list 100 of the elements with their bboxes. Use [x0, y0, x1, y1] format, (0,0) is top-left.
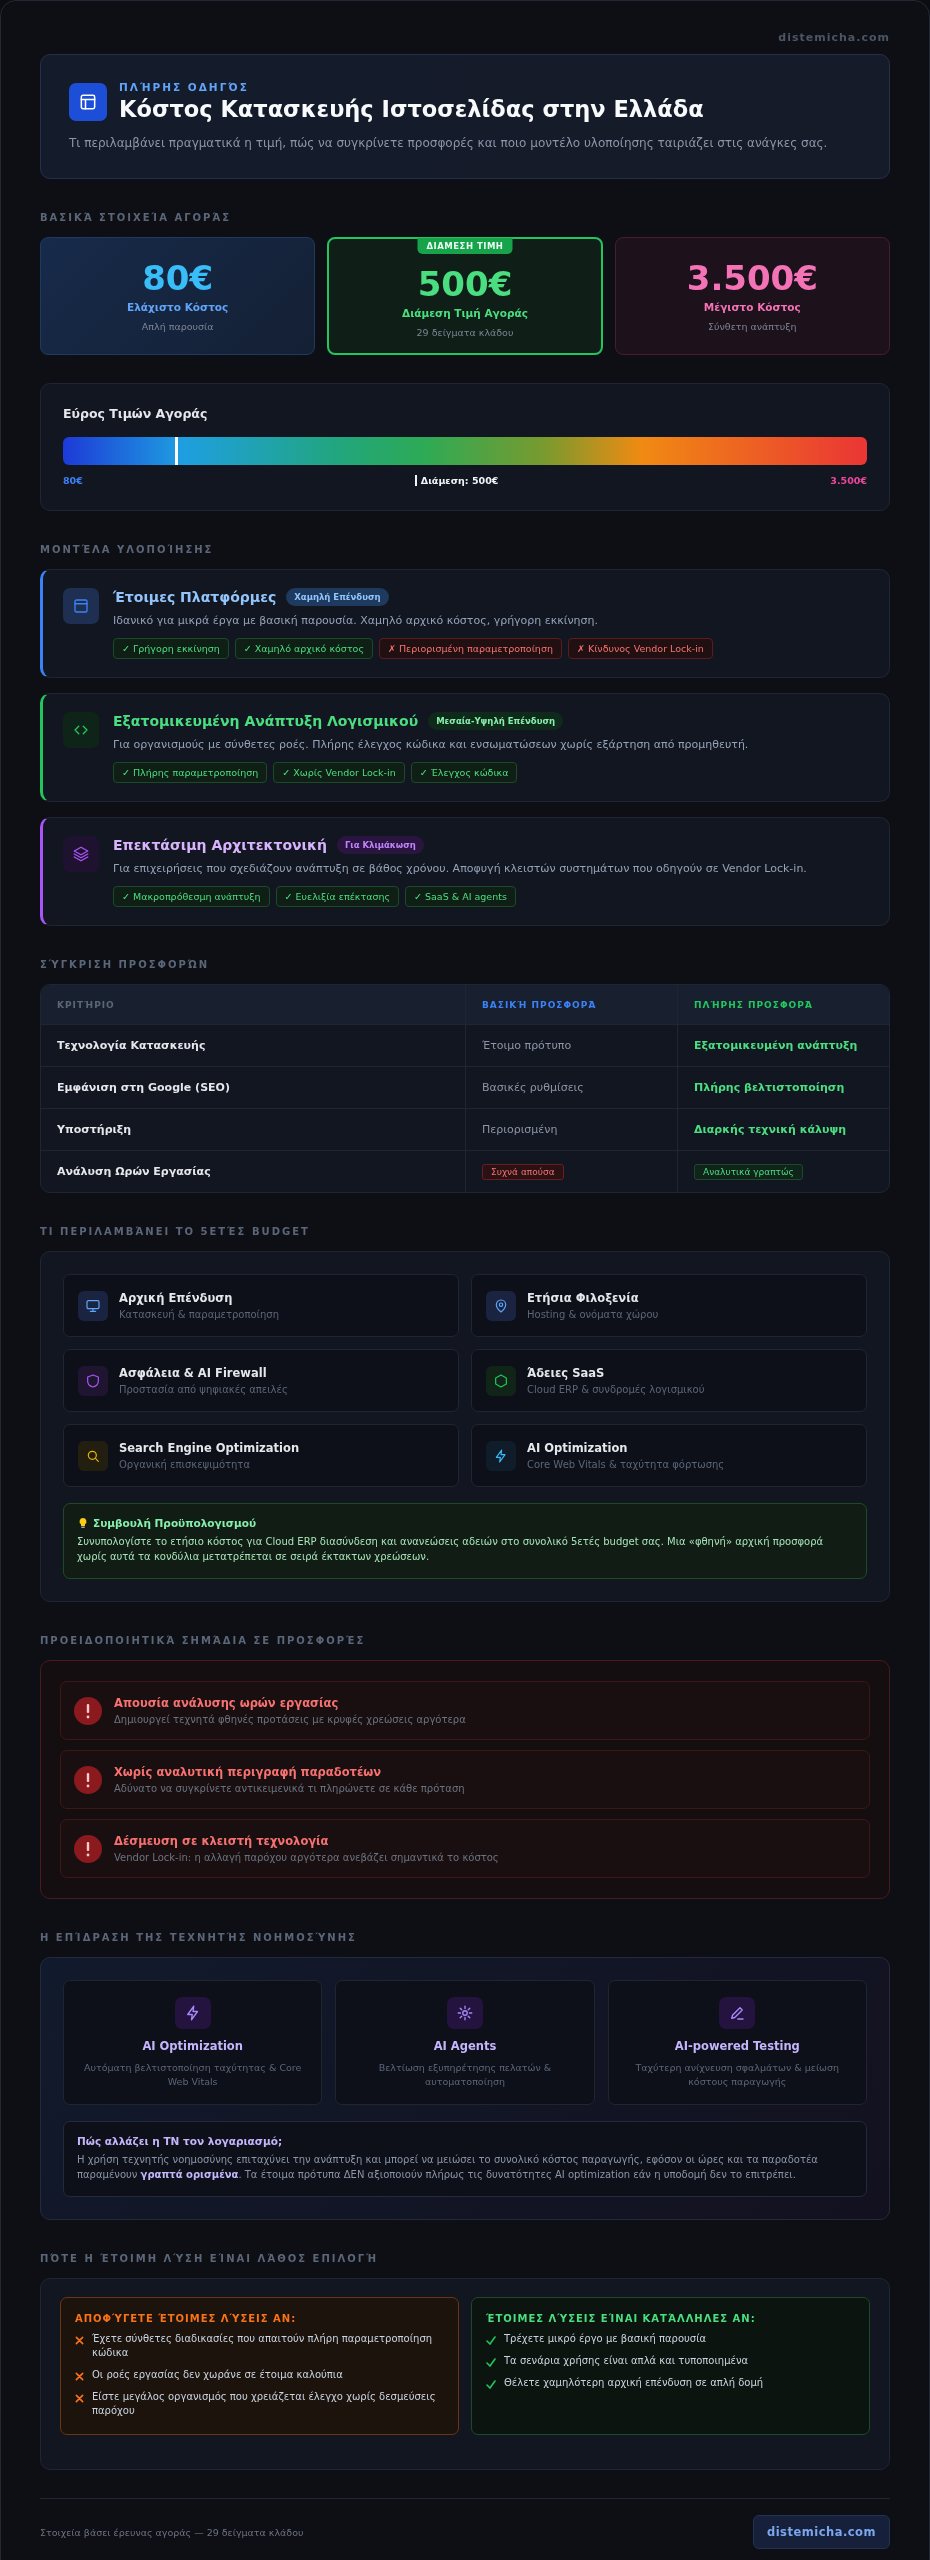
warning-title: Απουσία ανάλυσης ωρών εργασίας: [114, 1696, 340, 1710]
table-cell: Εξατομικευμένη ανάπτυξη: [694, 1039, 858, 1052]
section-heading: ΠΌΤΕ Η ΈΤΟΙΜΗ ΛΎΣΗ ΕΊΝΑΙ ΛΆΘΟΣ ΕΠΙΛΟΓΉ: [40, 2253, 380, 2264]
cross-icon: [75, 2336, 84, 2345]
budget-item-title: Ασφάλεια & AI Firewall: [119, 1366, 268, 1380]
model-title: Έτοιμες Πλατφόρμες: [113, 589, 277, 605]
feature-tag: ✗ Κίνδυνος Vendor Lock-in: [567, 638, 713, 659]
note-text: Η χρήση τεχνητής νοημοσύνης επιταχύνει την ανάπτυξη και μπορεί να μειώσει το συνολικό κόστος παραγωγής, εφόσον οι ώρες και τα παραδοτέα παραμένουν γραπτά ορισμένα. Τα έτοιμα πρότυπα ΔΕΝ αξιοποιούν πλήρως τις δυνατότητες AI optimization εάν η υποδομή δεν το επιτρέπει.: [77, 2153, 819, 2182]
stat-label: Διάμεση Τιμή Αγοράς: [402, 307, 528, 320]
section-heading: ΣΎΓΚΡΙΣΗ ΠΡΟΣΦΟΡΏΝ: [40, 959, 211, 970]
section-heading: ΒΑΣΙΚΆ ΣΤΟΙΧΕΊΑ ΑΓΟΡΆΣ: [40, 212, 233, 223]
range-title: Εύρος Τιμών Αγοράς: [63, 406, 209, 421]
note-title: Πώς αλλάζει η ΤΝ τον λογαριασμό;: [77, 2135, 284, 2147]
feature-tag: ✓ SaaS & AI agents: [405, 886, 516, 907]
feature-tag: ✓ Μακροπρόθεσμη ανάπτυξη: [113, 886, 270, 907]
site-badge: distemicha.com: [752, 2515, 890, 2549]
panel-title: ΑΠΟΦΎΓΕΤΕ ΈΤΟΙΜΕΣ ΛΎΣΕΙΣ ΑΝ:: [75, 2313, 298, 2324]
eyebrow-label: ΠΛΉΡΗΣ ΟΔΗΓΌΣ: [119, 81, 250, 93]
panel-item: Τα σενάρια χρήσης είναι απλά και τυποποιημένα: [504, 2354, 749, 2368]
table-cell: Περιορισμένη: [482, 1123, 558, 1136]
ai-feature-title: AI Optimization: [142, 2039, 243, 2054]
monitor-icon: [85, 1297, 101, 1314]
section-heading: ΤΙ ΠΕΡΙΛΑΜΒΆΝΕΙ ΤΟ 5ΕΤΈΣ BUDGET: [40, 1226, 311, 1237]
stat-note: Σύνθετη ανάπτυξη: [708, 321, 797, 333]
status-tag: Συχνά απούσα: [482, 1163, 564, 1180]
source-note: Στοιχεία βάσει έρευνας αγοράς — 29 δείγματα κλάδου: [40, 2526, 304, 2538]
section-heading: Η ΕΠΊΔΡΑΣΗ ΤΗΣ ΤΕΧΝΗΤΉΣ ΝΟΗΜΟΣΎΝΗΣ: [40, 1932, 358, 1943]
sun-icon: [456, 2004, 474, 2023]
table-cell: Διαρκής τεχνική κάλυψη: [694, 1123, 847, 1136]
shield-icon: [85, 1372, 101, 1389]
window-icon: [72, 597, 90, 615]
stat-value: 80€: [142, 259, 214, 298]
panel-title: ΈΤΟΙΜΕΣ ΛΎΣΕΙΣ ΕΊΝΑΙ ΚΑΤΆΛΛΗΛΕΣ ΑΝ:: [486, 2313, 757, 2324]
model-title: Επεκτάσιμη Αρχιτεκτονική: [113, 837, 327, 853]
stat-note: 29 δείγματα κλάδου: [416, 327, 514, 339]
range-min-label: 80€: [63, 475, 83, 486]
section-heading: ΠΡΟΕΙΔΟΠΟΙΗΤΙΚΆ ΣΗΜΆΔΙΑ ΣΕ ΠΡΟΣΦΟΡΈΣ: [40, 1635, 367, 1646]
investment-badge: Μεσαία-Υψηλή Επένδυση: [428, 712, 564, 730]
feature-tag: ✓ Ευελιξία επέκτασης: [275, 886, 400, 907]
cross-icon: [75, 2394, 84, 2403]
stat-badge: ΔΙΑΜΕΣΗ ΤΙΜΗ: [417, 238, 513, 254]
lightning-icon: [493, 1447, 509, 1464]
feature-tag: ✓ Πλήρης παραμετροποίηση: [113, 762, 268, 783]
investment-badge: Χαμηλή Επένδυση: [286, 588, 389, 606]
warning-title: Χωρίς αναλυτική περιγραφή παραδοτέων: [114, 1765, 383, 1779]
ai-feature-text: Αυτόματη βελτιστοποίηση ταχύτητας & Core Web Vitals: [82, 2061, 303, 2088]
warning-title: Δέσμευση σε κλειστή τεχνολογία: [114, 1834, 330, 1848]
check-icon: [486, 2380, 496, 2389]
panel-item: Έχετε σύνθετες διαδικασίες που απαιτούν πλήρη παραμετροποίηση κώδικα: [92, 2332, 434, 2360]
table-cell: Βασικές ρυθμίσεις: [482, 1081, 584, 1094]
panel-item: Τρέχετε μικρό έργο με βασική παρουσία: [504, 2332, 707, 2346]
ai-feature-text: Βελτίωση εξυπηρέτησης πελατών & αυτοματοποίηση: [377, 2061, 553, 2088]
investment-badge: Για Κλιμάκωση: [336, 836, 424, 854]
ai-feature-text: Ταχύτερη ανίχνευση σφαλμάτων & μείωση κόστους παραγωγής: [634, 2061, 841, 2088]
model-description: Για επιχειρήσεις που σχεδιάζουν ανάπτυξη σε βάθος χρόνου. Αποφυγή κλειστών συστημάτων που οδηγούν σε Vendor Lock-in.: [113, 862, 807, 875]
feature-tag: ✓ Έλεγχος κώδικα: [410, 762, 518, 783]
tip-title: Συμβουλή Προϋπολογισμού: [93, 1517, 257, 1529]
model-description: Για οργανισμούς με σύνθετες ροές. Πλήρης έλεγχος κώδικα και ενσωματώσεων χωρίς εξάρτηση από προμηθευτή.: [113, 738, 749, 751]
budget-item-subtitle: Core Web Vitals & ταχύτητα φόρτωσης: [527, 1459, 725, 1470]
feature-tag: ✗ Περιορισμένη παραμετροποίηση: [379, 638, 562, 659]
panel-item: Θέλετε χαμηλότερη αρχική επένδυση σε απλή δομή: [504, 2376, 764, 2390]
status-tag: Αναλυτικά γραπτώς: [694, 1163, 803, 1180]
alert-icon: [74, 1696, 102, 1725]
alert-icon: [74, 1834, 102, 1863]
budget-item-title: Άδειες SaaS: [527, 1366, 606, 1380]
range-max-label: 3.500€: [830, 475, 867, 486]
feature-tag: ✓ Χωρίς Vendor Lock-in: [273, 762, 405, 783]
alert-icon: [74, 1765, 102, 1794]
ai-feature-title: AI-powered Testing: [674, 2039, 800, 2054]
pen-icon: [728, 2004, 747, 2023]
budget-item-subtitle: Κατασκευή & παραμετροποίηση: [119, 1309, 280, 1320]
layers-icon: [72, 845, 90, 863]
table-cell: Πλήρης βελτιστοποίηση: [694, 1081, 845, 1094]
lightbulb-icon: [77, 1517, 89, 1529]
table-cell: Εμφάνιση στη Google (SEO): [57, 1081, 230, 1094]
hexagon-icon: [493, 1372, 509, 1389]
warning-text: Δημιουργεί τεχνητά φθηνές προτάσεις με κρυφές χρεώσεις αργότερα: [114, 1714, 466, 1725]
column-header: ΚΡΙΤΉΡΙΟ: [57, 999, 115, 1010]
budget-item-subtitle: Οργανική επισκεψιμότητα: [119, 1459, 251, 1470]
column-header: ΒΑΣΙΚΉ ΠΡΟΣΦΟΡΆ: [482, 999, 597, 1010]
warning-text: Αδύνατο να συγκρίνετε αντικειμενικά τι πληρώνετε σε κάθε πρόταση: [114, 1783, 465, 1794]
feature-tag: ✓ Γρήγορη εκκίνηση: [113, 638, 229, 659]
stat-label: Ελάχιστο Κόστος: [127, 301, 229, 314]
budget-item-subtitle: Cloud ERP & συνδρομές λογισμικού: [527, 1384, 705, 1395]
table-cell: Υποστήριξη: [57, 1123, 132, 1136]
cross-icon: [75, 2372, 84, 2381]
budget-item-title: Αρχική Επένδυση: [119, 1291, 234, 1305]
panel-item: Οι ροές εργασίας δεν χωράνε σε έτοιμα καλούπια: [92, 2368, 343, 2382]
range-median-label: Διάμεση: 500€: [420, 475, 499, 486]
budget-item-subtitle: Hosting & ονόματα χώρου: [527, 1309, 659, 1320]
stat-value: 3.500€: [686, 259, 818, 298]
median-tick-icon: [414, 475, 417, 486]
page-subtitle: Τι περιλαμβάνει πραγματικά η τιμή, πώς να συγκρίνετε προσφορές και ποιο μοντέλο υλοποίησης ταιριάζει στις ανάγκες σας.: [69, 136, 829, 150]
budget-item-subtitle: Προστασία από ψηφιακές απειλές: [119, 1384, 288, 1395]
stat-label: Μέγιστο Κόστος: [703, 301, 801, 314]
budget-item-title: Ετήσια Φιλοξενία: [527, 1291, 640, 1305]
table-cell: Ανάλυση Ωρών Εργασίας: [57, 1165, 211, 1178]
column-header: ΠΛΉΡΗΣ ΠΡΟΣΦΟΡΆ: [694, 999, 813, 1010]
stat-note: Απλή παρουσία: [141, 321, 214, 333]
check-icon: [486, 2336, 496, 2345]
